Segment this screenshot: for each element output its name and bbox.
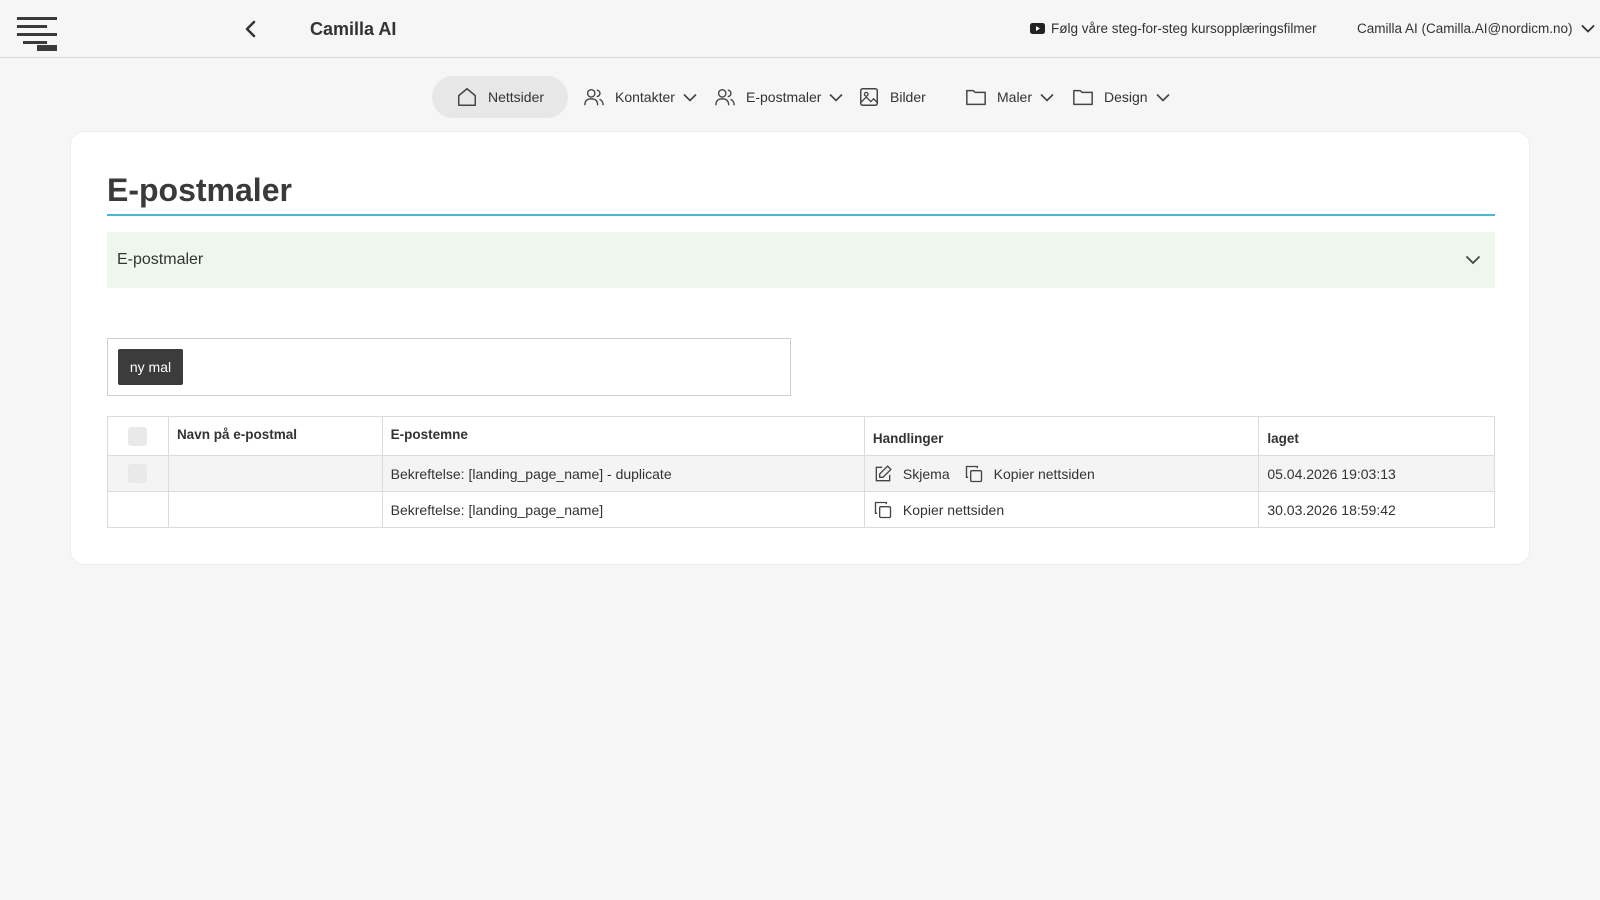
column-header[interactable]: Navn på e-postmal (167, 417, 382, 455)
chevron-down-icon (1580, 24, 1595, 33)
nav-item-label: Nettsider (488, 89, 545, 105)
tutorial-link[interactable]: Følg våre steg-for-steg kursopplæringsfi… (1030, 21, 1317, 36)
user-menu[interactable]: Camilla AI (Camilla.AI@nordicm.no) (1357, 21, 1595, 36)
users-icon (714, 86, 736, 108)
nav-item-label: Bilder (890, 89, 926, 105)
copy-icon (873, 500, 893, 520)
toolbar: ny mal (107, 338, 791, 396)
action-label: Kopier nettsiden (902, 501, 1005, 518)
row-checkbox[interactable] (128, 464, 148, 483)
copy-page-action[interactable]: Kopier nettsiden (964, 464, 1095, 484)
subject-cell: Bekreftelse: [landing_page_name] (381, 492, 864, 527)
column-header: Handlinger (863, 417, 1258, 455)
nav-item-label: Kontakter (615, 89, 675, 105)
chevron-down-icon (1040, 93, 1054, 102)
edit-schema-action[interactable]: Skjema (873, 464, 950, 484)
folder-icon (1072, 86, 1094, 108)
youtube-icon (1030, 23, 1045, 34)
nav-item-e-postmaler[interactable]: E-postmaler (714, 76, 844, 118)
nav-item-label: Maler (997, 89, 1033, 105)
table-header-row: Navn på e-postmal E-postemne Handlinger … (108, 417, 1494, 455)
tutorial-link-label: Følg våre steg-for-steg kursopplæringsfi… (1051, 21, 1317, 36)
action-label: Skjema (902, 465, 950, 482)
action-label: Kopier nettsiden (993, 465, 1095, 482)
nav-item-label: Design (1104, 89, 1148, 105)
select-all-checkbox[interactable] (128, 426, 148, 446)
nav-item-kontakter[interactable]: Kontakter (583, 76, 697, 118)
home-icon (456, 86, 478, 108)
category-accordion[interactable]: E-postmaler (107, 232, 1495, 288)
column-header[interactable]: laget (1258, 417, 1494, 455)
chevron-down-icon (1465, 255, 1481, 265)
title-divider (107, 214, 1495, 216)
subject-cell: Bekreftelse: [landing_page_name] - dupli… (381, 456, 864, 491)
new-template-button[interactable]: ny mal (118, 349, 183, 385)
accordion-label: E-postmaler (117, 251, 204, 268)
nav-item-label: E-postmaler (746, 89, 822, 105)
row-select-cell (108, 492, 168, 527)
top-bar: Camilla AI Følg våre steg-for-steg kurso… (0, 0, 1600, 58)
nav-item-bilder[interactable]: Bilder (858, 76, 926, 118)
menu-toggle-icon[interactable] (17, 17, 59, 53)
user-menu-label: Camilla AI (Camilla.AI@nordicm.no) (1357, 21, 1573, 36)
created-cell: 05.04.2026 19:03:13 (1258, 456, 1494, 491)
image-icon (858, 86, 880, 108)
app-title: Camilla AI (310, 19, 397, 39)
templates-table: Navn på e-postmal E-postemne Handlinger … (107, 416, 1495, 528)
edit-icon (873, 464, 893, 484)
table-row: Bekreftelse: [landing_page_name] - dupli… (108, 455, 1494, 491)
actions-cell: Skjema Kopier nettsiden (863, 456, 1258, 491)
select-all-cell (108, 417, 168, 455)
row-select-cell (108, 456, 168, 491)
chevron-down-icon (829, 93, 844, 102)
actions-cell: Kopier nettsiden (863, 492, 1258, 527)
users-icon (583, 86, 605, 108)
chevron-down-icon (1156, 93, 1170, 102)
main-card: E-postmaler E-postmaler ny mal Navn på e… (70, 131, 1530, 565)
template-name-cell (167, 456, 382, 491)
folder-icon (965, 86, 987, 108)
nav-item-design[interactable]: Design (1072, 76, 1170, 118)
template-name-cell (167, 492, 382, 527)
copy-icon (964, 464, 984, 484)
back-arrow-icon[interactable] (242, 19, 258, 39)
nav-item-maler[interactable]: Maler (965, 76, 1054, 118)
created-cell: 30.03.2026 18:59:42 (1258, 492, 1494, 527)
column-header[interactable]: E-postemne (381, 417, 864, 455)
nav-item-nettsider[interactable]: Nettsider (432, 76, 569, 118)
page-title: E-postmaler (107, 172, 292, 208)
main-nav: Nettsider Kontakter E-postmaler Bilder M… (0, 76, 1600, 118)
table-row: Bekreftelse: [landing_page_name] Kopier … (108, 491, 1494, 527)
chevron-down-icon (683, 93, 697, 102)
copy-page-action[interactable]: Kopier nettsiden (873, 500, 1004, 520)
